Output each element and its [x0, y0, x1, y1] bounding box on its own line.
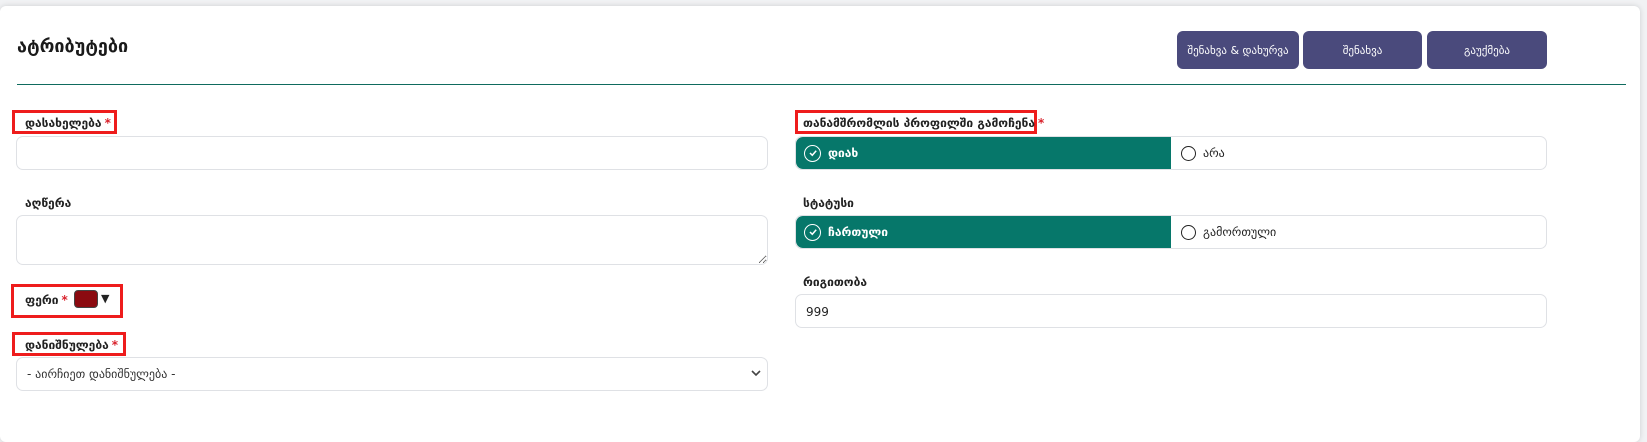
check-circle-icon	[804, 144, 821, 162]
color-label-text: ფერი	[25, 293, 59, 307]
status-option-on[interactable]: ჩართული	[796, 216, 1171, 248]
status-option-off-label: გამორთული	[1203, 225, 1277, 239]
name-input[interactable]	[16, 136, 768, 170]
radio-empty-icon	[1181, 145, 1196, 161]
profile-label-text: თანამშრომლის პროფილში გამოჩენა	[803, 116, 1036, 130]
purpose-label-text: დანიშნულება	[25, 338, 109, 352]
name-label: დასახელება *	[25, 116, 111, 130]
status-option-on-label: ჩართული	[828, 225, 889, 239]
name-required-mark: *	[104, 116, 111, 130]
radio-empty-icon	[1181, 224, 1196, 240]
profile-option-no[interactable]: არა	[1171, 137, 1546, 169]
color-swatch[interactable]	[74, 290, 98, 308]
profile-option-yes[interactable]: დიახ	[796, 137, 1171, 169]
profile-label: თანამშრომლის პროფილში გამოჩენა *	[803, 116, 1044, 130]
status-label: სტატუსი	[803, 196, 854, 210]
profile-required-mark: *	[1038, 116, 1045, 130]
color-required-mark: *	[61, 293, 68, 307]
profile-toggle: დიახ არა	[795, 136, 1547, 170]
order-label: რიგითობა	[803, 275, 867, 289]
description-textarea[interactable]	[16, 215, 768, 265]
profile-option-no-label: არა	[1203, 146, 1225, 160]
page-title: ატრიბუტები	[17, 36, 129, 57]
name-label-text: დასახელება	[25, 116, 102, 130]
order-input-value: 999	[806, 305, 829, 319]
order-input[interactable]: 999	[795, 294, 1547, 328]
attributes-card: ატრიბუტები შენახვა & დახურვა შენახვა გაუ…	[0, 6, 1640, 442]
chevron-down-icon	[751, 367, 761, 381]
purpose-select[interactable]: - აირჩიეთ დანიშნულება -	[16, 357, 768, 391]
profile-option-yes-label: დიახ	[828, 146, 859, 160]
check-circle-icon	[804, 223, 821, 241]
purpose-required-mark: *	[111, 338, 119, 352]
cancel-button[interactable]: გაუქმება	[1427, 31, 1547, 69]
save-button[interactable]: შენახვა	[1303, 31, 1422, 69]
status-toggle: ჩართული გამორთული	[795, 215, 1547, 249]
status-option-off[interactable]: გამორთული	[1171, 216, 1546, 248]
color-label: ფერი *	[25, 293, 68, 307]
purpose-label: დანიშნულება *	[25, 338, 118, 352]
description-label: აღწერა	[25, 196, 72, 210]
purpose-select-value: - აირჩიეთ დანიშნულება -	[27, 367, 176, 381]
save-close-button[interactable]: შენახვა & დახურვა	[1177, 31, 1299, 69]
color-dropdown-icon[interactable]: ▼	[101, 292, 109, 305]
header-divider	[17, 84, 1626, 85]
